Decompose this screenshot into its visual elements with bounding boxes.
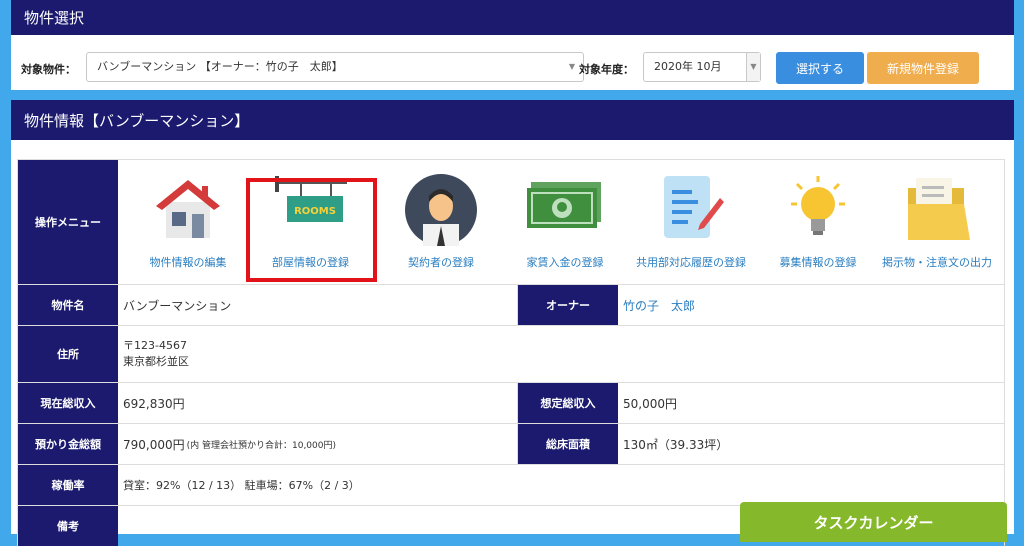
menu-item-register-tenant[interactable]: 契約者の登録: [386, 160, 496, 284]
property-select[interactable]: バンブーマンション 【オーナー：竹の子 太郎】 ▼: [86, 52, 584, 82]
property-info-panel: 物件情報【バンブーマンション】 操作メニュー 物件情報の編集 ROOMS 部屋情…: [11, 100, 1014, 546]
row-label: 総床面積: [518, 424, 618, 464]
menu-item-register-rent[interactable]: 家賃入金の登録: [510, 160, 620, 284]
panel-title: 物件情報【バンブーマンション】: [11, 100, 1014, 140]
house-icon: [156, 180, 220, 238]
money-icon: [527, 182, 601, 228]
property-select-panel: 物件選択 対象物件： バンブーマンション 【オーナー：竹の子 太郎】 ▼ 対象年…: [11, 0, 1014, 90]
table-row: 預かり金総額 790,000円 (内 管理会社預かり合計：10,000円) 総床…: [18, 424, 1005, 465]
menu-item-label: 家賃入金の登録: [526, 256, 604, 269]
task-calendar-button[interactable]: タスクカレンダー: [740, 502, 1007, 542]
current-income: 692,830円: [118, 383, 518, 423]
property-label: 対象物件：: [21, 63, 76, 76]
folder-icon: [908, 178, 970, 240]
deposit-total: 790,000円 (内 管理会社預かり合計：10,000円): [118, 424, 518, 464]
address-line: 東京都杉並区: [123, 355, 189, 368]
lightbulb-icon: [791, 176, 845, 235]
operation-menu: 物件情報の編集 ROOMS 部屋情報の登録 契約者の登録 家賃入金の登録 共用部…: [118, 160, 1005, 284]
row-label: 物件名: [18, 285, 118, 325]
menu-item-label: 掲示物・注意文の出力: [882, 256, 992, 269]
person-icon: [405, 174, 477, 246]
select-button[interactable]: 選択する: [776, 52, 864, 84]
chevron-down-icon: ▼: [568, 62, 575, 71]
menu-item-label: 共用部対応履歴の登録: [636, 256, 746, 269]
document-pen-icon: [664, 176, 724, 238]
new-property-button[interactable]: 新規物件登録: [867, 52, 979, 84]
address: 〒123-4567 東京都杉並区: [118, 326, 1005, 382]
property-name: バンブーマンション: [118, 285, 518, 325]
table-row: 住所 〒123-4567 東京都杉並区: [18, 326, 1005, 383]
floor-area: 130㎡（39.33坪）: [618, 424, 1005, 464]
row-label: 預かり金総額: [18, 424, 118, 464]
year-label: 対象年度：: [579, 63, 634, 76]
menu-item-label: 物件情報の編集: [149, 256, 227, 269]
property-table: 操作メニュー 物件情報の編集 ROOMS 部屋情報の登録 契約者の登録 家賃入金…: [17, 159, 1005, 546]
select-row: 対象物件： バンブーマンション 【オーナー：竹の子 太郎】 ▼ 対象年度： 20…: [11, 51, 1014, 85]
year-select[interactable]: 2020年 10月 ▼: [643, 52, 761, 82]
menu-item-common-area-history[interactable]: 共用部対応履歴の登録: [626, 160, 756, 284]
row-label: 住所: [18, 326, 118, 382]
panel-title: 物件選択: [11, 0, 1014, 35]
deposit-value: 790,000円: [123, 437, 185, 452]
menu-item-label: 契約者の登録: [408, 256, 474, 269]
row-label: 想定総収入: [518, 383, 618, 423]
menu-item-print-notices[interactable]: 掲示物・注意文の出力: [873, 160, 1001, 284]
postal-code: 〒123-4567: [123, 339, 187, 352]
occupancy-rate: 貸室：92%（12 / 13） 駐車場：67%（2 / 3）: [118, 465, 1005, 505]
expected-income: 50,000円: [618, 383, 1005, 423]
chevron-down-icon: ▼: [746, 53, 760, 81]
row-label: 備考: [18, 506, 118, 546]
menu-item-recruitment[interactable]: 募集情報の登録: [763, 160, 873, 284]
menu-label: 操作メニュー: [18, 160, 118, 284]
deposit-note: (内 管理会社預かり合計：10,000円): [186, 440, 337, 451]
table-row: 現在総収入 692,830円 想定総収入 50,000円: [18, 383, 1005, 424]
row-label: 現在総収入: [18, 383, 118, 423]
table-row: 物件名 バンブーマンション オーナー 竹の子 太郎: [18, 285, 1005, 326]
row-label: 稼働率: [18, 465, 118, 505]
owner-link[interactable]: 竹の子 太郎: [618, 285, 1005, 325]
menu-item-edit-property[interactable]: 物件情報の編集: [138, 160, 238, 284]
property-select-value: バンブーマンション 【オーナー：竹の子 太郎】: [97, 60, 343, 73]
row-label: オーナー: [518, 285, 618, 325]
menu-item-label: 募集情報の登録: [779, 256, 857, 269]
highlight-box: [246, 178, 377, 282]
table-row: 稼働率 貸室：92%（12 / 13） 駐車場：67%（2 / 3）: [18, 465, 1005, 506]
year-select-value: 2020年 10月: [654, 60, 722, 73]
